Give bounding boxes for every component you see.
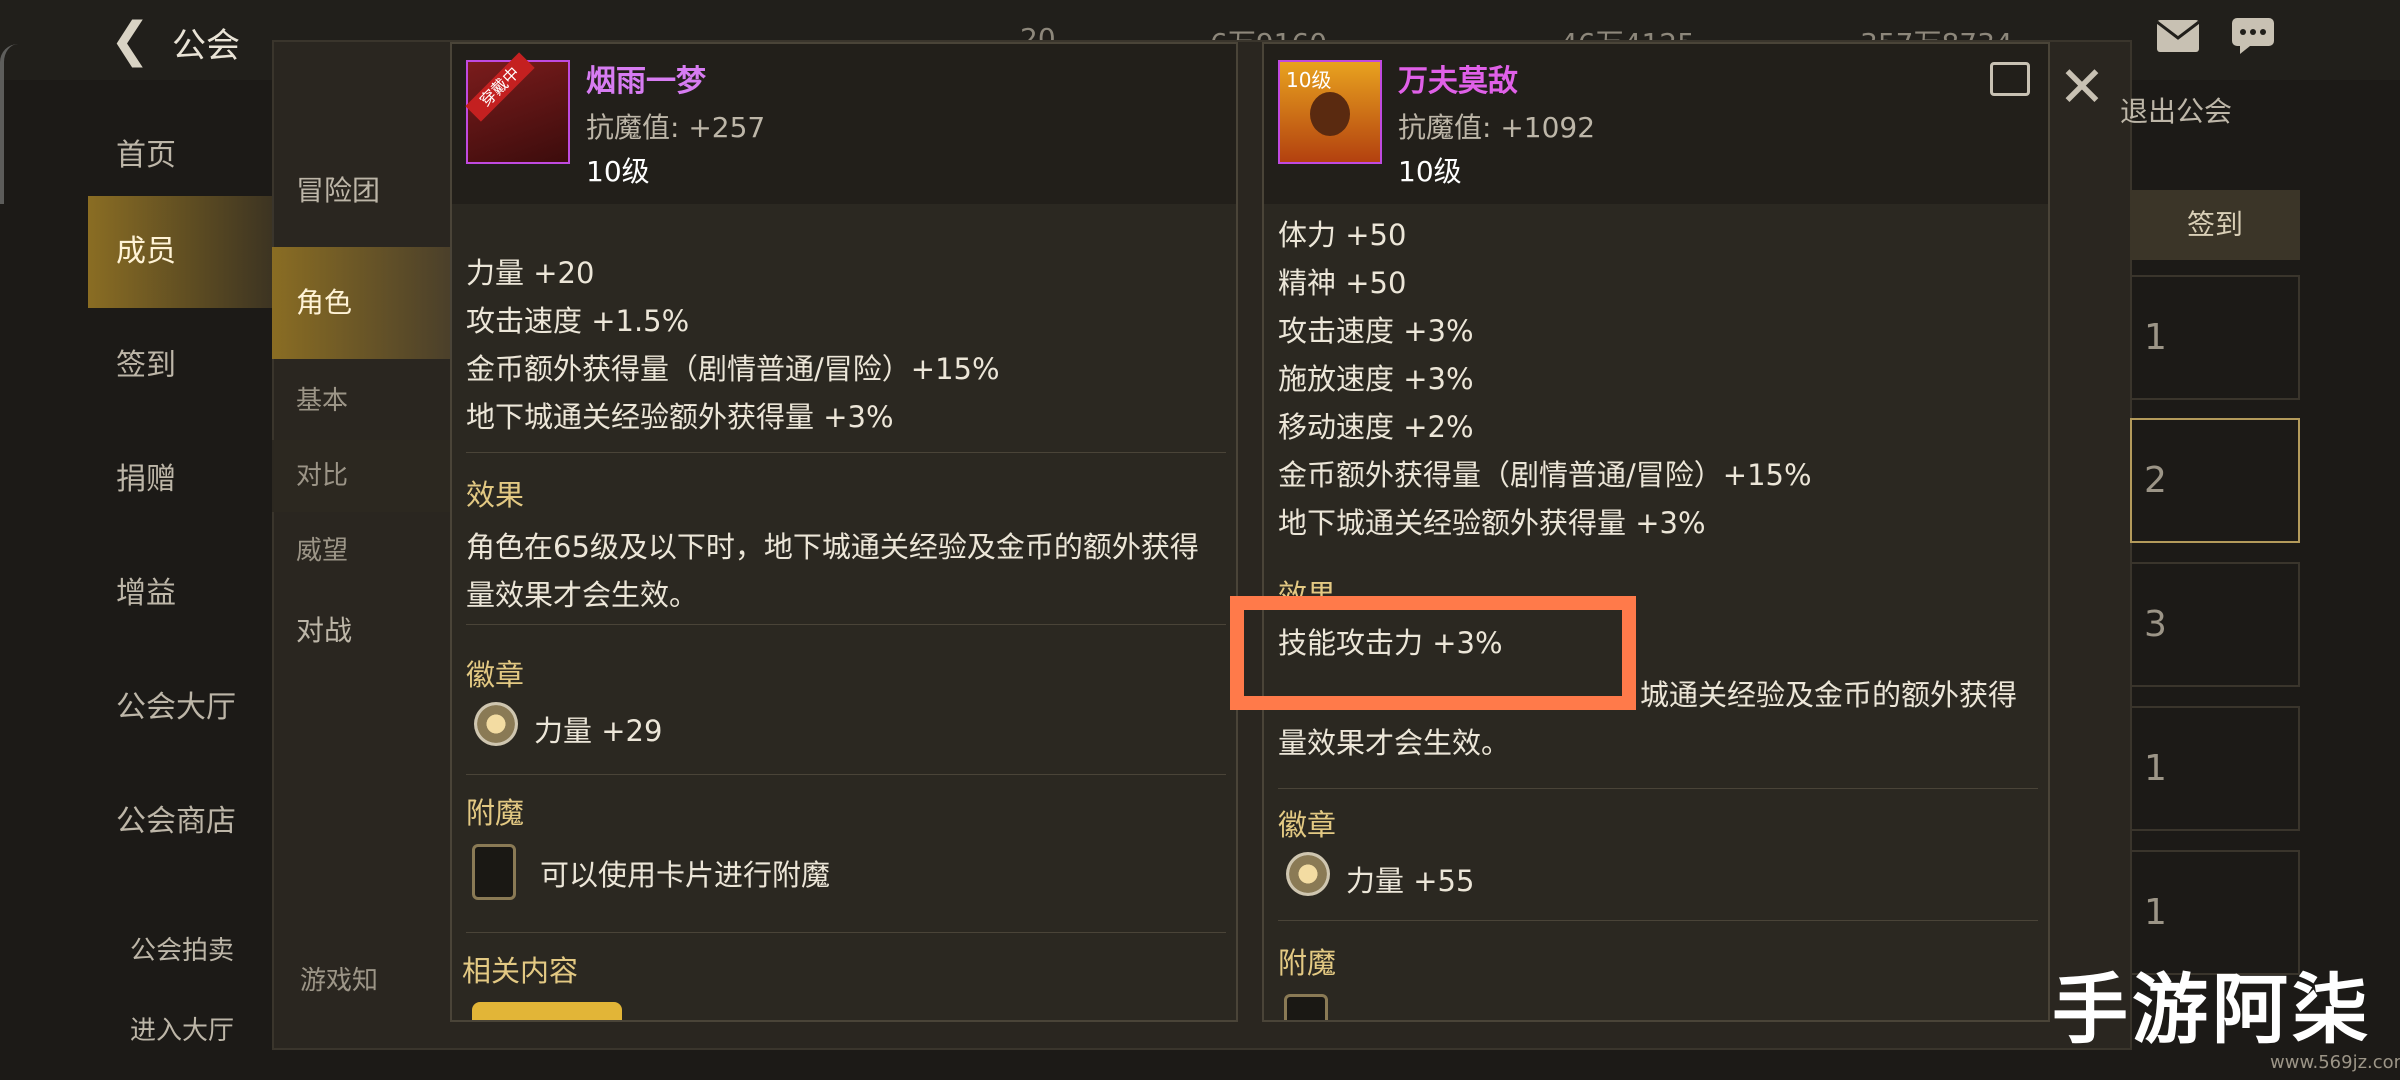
effect-text: 量效果才会生效。 bbox=[466, 578, 699, 612]
lion-emblem-icon bbox=[1310, 92, 1350, 136]
related-title: 相关内容 bbox=[462, 954, 579, 988]
chat-icon[interactable] bbox=[2230, 16, 2276, 56]
member-rank-box[interactable]: 3 bbox=[2130, 562, 2300, 687]
sub-tab-character[interactable]: 角色 bbox=[272, 247, 452, 359]
enchant-slot-icon[interactable] bbox=[1284, 994, 1328, 1020]
member-rank-box[interactable]: 1 bbox=[2130, 275, 2300, 400]
item-level: 10级 bbox=[586, 155, 650, 188]
nav-item-donate[interactable]: 捐赠 bbox=[88, 424, 278, 536]
effect-title: 效果 bbox=[466, 478, 525, 512]
divider bbox=[466, 932, 1226, 933]
leave-guild-button[interactable]: 退出公会 bbox=[2120, 90, 2232, 130]
sub-tab-battle[interactable]: 对战 bbox=[272, 595, 452, 667]
divider bbox=[1278, 920, 2038, 921]
stat-line: 攻击速度 +3% bbox=[1278, 314, 1474, 348]
stat-line: 移动速度 +2% bbox=[1278, 410, 1474, 444]
enter-hall-link[interactable]: 进入大厅 bbox=[130, 1010, 234, 1047]
divider bbox=[466, 774, 1226, 775]
share-icon[interactable] bbox=[1990, 62, 2030, 96]
enchant-title: 附魔 bbox=[1278, 946, 1337, 980]
nav-item-guild-shop[interactable]: 公会商店 bbox=[88, 766, 278, 878]
side-drawer-handle[interactable] bbox=[0, 44, 24, 204]
stat-line: 金币额外获得量（剧情普通/冒险）+15% bbox=[466, 352, 1000, 386]
nav-item-buffs[interactable]: 增益 bbox=[88, 538, 278, 650]
enchant-title: 附魔 bbox=[466, 796, 525, 830]
nav-item-signin[interactable]: 签到 bbox=[88, 310, 278, 422]
stat-line: 地下城通关经验额外获得量 +3% bbox=[466, 400, 894, 434]
item-resist-stat: 抗魔值: +1092 bbox=[1398, 111, 1596, 144]
equipped-item-panel[interactable]: 穿戴中 烟雨一梦 抗魔值: +257 10级 力量 +20 攻击速度 +1.5%… bbox=[450, 42, 1238, 1022]
game-tips-link[interactable]: 游戏知 bbox=[300, 960, 378, 997]
close-icon[interactable]: ✕ bbox=[2052, 58, 2112, 118]
badge-stat: 力量 +29 bbox=[534, 714, 663, 748]
sub-tab-adventure-group[interactable]: 冒险团 bbox=[272, 155, 452, 227]
page-title: 公会 bbox=[172, 26, 240, 66]
badge-title: 徽章 bbox=[466, 658, 525, 692]
divider bbox=[466, 452, 1226, 453]
related-tab[interactable] bbox=[472, 1002, 622, 1020]
badge-stat: 力量 +55 bbox=[1346, 864, 1475, 898]
enchant-slot-icon[interactable] bbox=[472, 844, 516, 900]
member-rank-box[interactable]: 1 bbox=[2130, 706, 2300, 831]
item-header: 10级 万夫莫敌 抗魔值: +1092 10级 bbox=[1264, 44, 2048, 204]
item-name: 烟雨一梦 bbox=[586, 64, 706, 99]
compare-item-panel[interactable]: 10级 万夫莫敌 抗魔值: +1092 10级 体力 +50 精神 +50 攻击… bbox=[1262, 42, 2050, 1022]
badge-title: 徽章 bbox=[1278, 808, 1337, 842]
item-name: 万夫莫敌 bbox=[1398, 64, 1518, 99]
sub-sub-tab-prestige[interactable]: 威望 bbox=[272, 515, 452, 587]
divider bbox=[1278, 788, 2038, 789]
highlight-box bbox=[1230, 596, 1636, 710]
item-level-tag: 10级 bbox=[1286, 68, 1332, 92]
sub-sub-tab-compare[interactable]: 对比 bbox=[272, 440, 452, 512]
effect-text: 量效果才会生效。 bbox=[1278, 726, 1511, 760]
watermark-text: 手游阿柒 bbox=[2052, 965, 2372, 1054]
stat-line: 力量 +20 bbox=[466, 256, 595, 290]
badge-icon bbox=[474, 702, 518, 746]
stat-line: 攻击速度 +1.5% bbox=[466, 304, 690, 338]
stat-line: 施放速度 +3% bbox=[1278, 362, 1474, 396]
stat-line: 体力 +50 bbox=[1278, 218, 1407, 252]
item-flag-icon: 穿戴中 bbox=[465, 52, 570, 164]
stat-line: 精神 +50 bbox=[1278, 266, 1407, 300]
item-level: 10级 bbox=[1398, 155, 1462, 188]
sub-sub-tab-basic[interactable]: 基本 bbox=[272, 365, 452, 437]
item-header: 穿戴中 烟雨一梦 抗魔值: +257 10级 bbox=[452, 44, 1236, 204]
effect-text: 角色在65级及以下时，地下城通关经验及金币的额外获得 bbox=[466, 530, 1199, 564]
stat-line: 金币额外获得量（剧情普通/冒险）+15% bbox=[1278, 458, 1812, 492]
item-flag-icon: 10级 bbox=[1278, 60, 1382, 164]
stat-line: 地下城通关经验额外获得量 +3% bbox=[1278, 506, 1706, 540]
nav-item-members[interactable]: 成员 bbox=[88, 196, 278, 308]
nav-item-guild-hall[interactable]: 公会大厅 bbox=[88, 652, 278, 764]
enchant-text: 可以使用卡片进行附魔 bbox=[540, 858, 831, 892]
divider bbox=[466, 624, 1226, 625]
back-arrow-icon[interactable]: ❮ bbox=[100, 14, 160, 66]
mail-icon[interactable] bbox=[2155, 18, 2201, 54]
effect-text: 城通关经验及金币的额外获得 bbox=[1640, 678, 2018, 712]
member-rank-box[interactable]: 2 bbox=[2130, 418, 2300, 543]
watermark-url: www.569jz.com bbox=[2270, 1052, 2400, 1073]
signin-button[interactable]: 签到 bbox=[2130, 190, 2300, 260]
badge-icon bbox=[1286, 852, 1330, 896]
item-resist-stat: 抗魔值: +257 bbox=[586, 111, 766, 144]
equipped-tag: 穿戴中 bbox=[465, 52, 535, 122]
auction-link[interactable]: 公会拍卖 bbox=[130, 930, 234, 967]
